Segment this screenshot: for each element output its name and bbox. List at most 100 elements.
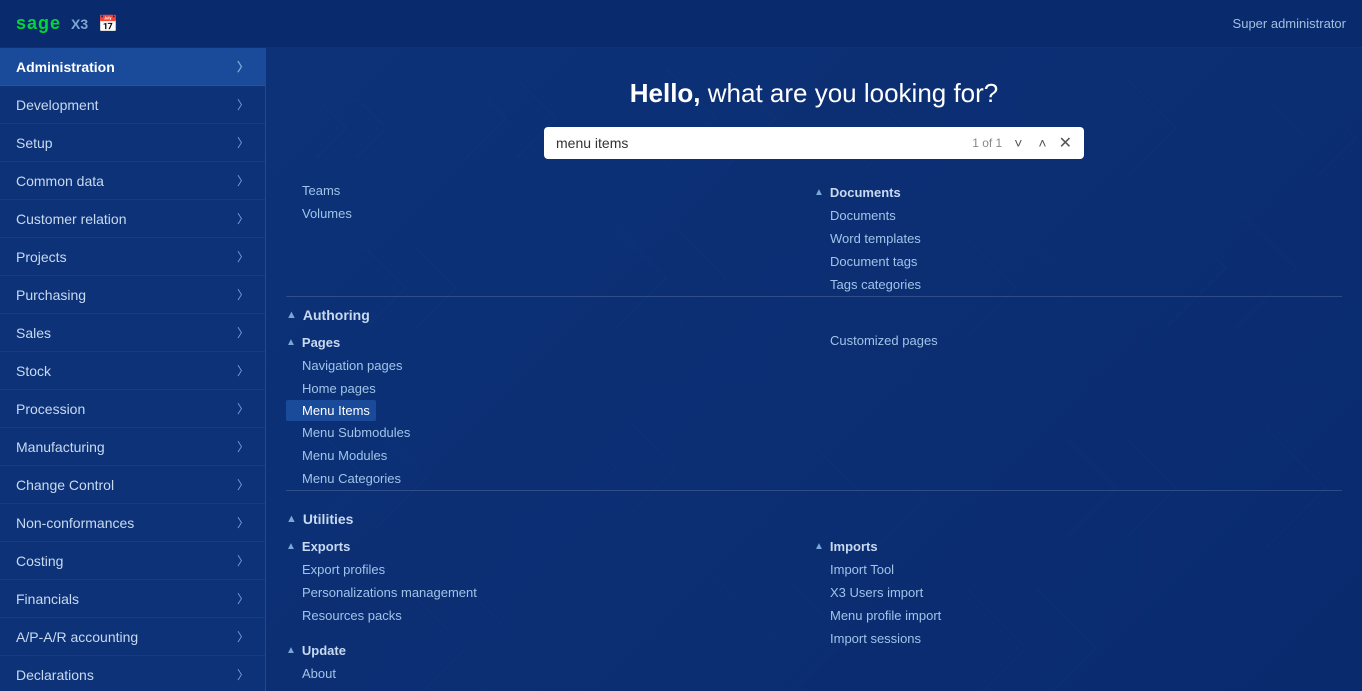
chevron-right-icon: 〉	[237, 324, 249, 341]
chevron-right-icon: 〉	[237, 172, 249, 189]
sidebar-item-ap-ar-accounting[interactable]: A/P-A/R accounting 〉	[0, 618, 265, 656]
volumes-menu-item[interactable]: Volumes	[286, 202, 794, 225]
imports-subsection-header[interactable]: ▲ Imports	[814, 533, 1322, 558]
about-item[interactable]: About	[286, 662, 794, 685]
chevron-right-icon: 〉	[237, 210, 249, 227]
toggle-up-icon: ▲	[286, 541, 296, 552]
sidebar-item-purchasing[interactable]: Purchasing 〉	[0, 276, 265, 314]
toggle-up-icon: ▲	[814, 187, 824, 198]
pages-subsection-label: Pages	[302, 335, 340, 350]
sidebar-item-label: Non-conformances	[16, 515, 134, 531]
home-pages-item[interactable]: Home pages	[286, 377, 794, 400]
sidebar-item-development[interactable]: Development 〉	[0, 86, 265, 124]
menu-submodules-item[interactable]: Menu Submodules	[286, 421, 794, 444]
content-area: Hello, what are you looking for? 1 of 1 …	[266, 48, 1362, 691]
utilities-body: ▲ Exports Export profiles Personalizatio…	[286, 533, 1342, 685]
search-close-button[interactable]: ✕	[1059, 133, 1072, 153]
chevron-right-icon: 〉	[237, 590, 249, 607]
chevron-right-icon: 〉	[237, 666, 249, 683]
utilities-label: Utilities	[303, 511, 354, 527]
search-next-button[interactable]: ˅	[1010, 133, 1026, 153]
sidebar-item-projects[interactable]: Projects 〉	[0, 238, 265, 276]
import-tool-item[interactable]: Import Tool	[814, 558, 1322, 581]
sidebar-item-label: Manufacturing	[16, 439, 105, 455]
pages-subsection-header[interactable]: ▲ Pages	[286, 329, 794, 354]
sidebar-item-label: Costing	[16, 553, 63, 569]
x3-label: X3	[71, 16, 88, 32]
teams-menu-item[interactable]: Teams	[286, 179, 794, 202]
main-container: Administration 〉 Development 〉 Setup 〉 C…	[0, 48, 1362, 691]
exports-label: Exports	[302, 539, 350, 554]
utilities-section-header[interactable]: ▲ Utilities	[286, 501, 1342, 533]
sidebar-item-manufacturing[interactable]: Manufacturing 〉	[0, 428, 265, 466]
documents-item[interactable]: Documents	[814, 204, 1322, 227]
sage-text: sage	[16, 13, 61, 33]
sidebar-item-customer-relation[interactable]: Customer relation 〉	[0, 200, 265, 238]
toggle-up-icon: ▲	[814, 541, 824, 552]
sidebar-item-label: Sales	[16, 325, 51, 341]
search-area: Hello, what are you looking for? 1 of 1 …	[266, 48, 1362, 179]
chevron-right-icon: 〉	[237, 58, 249, 75]
sidebar-item-common-data[interactable]: Common data 〉	[0, 162, 265, 200]
chevron-right-icon: 〉	[237, 552, 249, 569]
chevron-right-icon: 〉	[237, 248, 249, 265]
toggle-up-icon: ▲	[286, 309, 297, 321]
search-bar: 1 of 1 ˅ ˄ ✕	[544, 127, 1084, 159]
authoring-section: ▲ Authoring ▲ Pages Navigation pages Hom…	[286, 296, 1342, 490]
documents-section-body: Teams Volumes ▲ Documents Documents Word…	[286, 179, 1342, 296]
sidebar-item-label: Stock	[16, 363, 51, 379]
chevron-right-icon: 〉	[237, 96, 249, 113]
export-profiles-item[interactable]: Export profiles	[286, 558, 794, 581]
exports-column: ▲ Exports Export profiles Personalizatio…	[286, 533, 814, 685]
x3-users-import-item[interactable]: X3 Users import	[814, 581, 1322, 604]
chevron-right-icon: 〉	[237, 514, 249, 531]
customized-pages-item[interactable]: Customized pages	[814, 329, 1322, 352]
utilities-section: ▲ Utilities ▲ Exports Export profiles Pe…	[286, 490, 1342, 685]
update-subsection-header[interactable]: ▲ Update	[286, 637, 794, 662]
navigation-pages-item[interactable]: Navigation pages	[286, 354, 794, 377]
search-prev-button[interactable]: ˄	[1034, 133, 1050, 153]
documents-subsection-header[interactable]: ▲ Documents	[814, 179, 1322, 204]
documents-subsection-label: Documents	[830, 185, 901, 200]
sidebar-item-sales[interactable]: Sales 〉	[0, 314, 265, 352]
sidebar-item-label: Administration	[16, 59, 115, 75]
sidebar-item-label: Development	[16, 97, 99, 113]
import-sessions-item[interactable]: Import sessions	[814, 627, 1322, 650]
sidebar-item-declarations[interactable]: Declarations 〉	[0, 656, 265, 691]
menu-modules-item[interactable]: Menu Modules	[286, 444, 794, 467]
resources-packs-item[interactable]: Resources packs	[286, 604, 794, 627]
sidebar-item-financials[interactable]: Financials 〉	[0, 580, 265, 618]
customized-pages-column: Customized pages	[814, 329, 1342, 490]
sidebar-item-change-control[interactable]: Change Control 〉	[0, 466, 265, 504]
tags-categories-item[interactable]: Tags categories	[814, 273, 1322, 296]
sidebar-item-label: Change Control	[16, 477, 114, 493]
sidebar-item-non-conformances[interactable]: Non-conformances 〉	[0, 504, 265, 542]
sidebar-item-costing[interactable]: Costing 〉	[0, 542, 265, 580]
sidebar-item-stock[interactable]: Stock 〉	[0, 352, 265, 390]
search-input[interactable]	[556, 135, 964, 151]
menu-items-item[interactable]: Menu Items	[286, 400, 376, 421]
imports-label: Imports	[830, 539, 878, 554]
toggle-up-icon: ▲	[286, 337, 296, 348]
chevron-right-icon: 〉	[237, 628, 249, 645]
sidebar-item-setup[interactable]: Setup 〉	[0, 124, 265, 162]
document-tags-item[interactable]: Document tags	[814, 250, 1322, 273]
authoring-label: Authoring	[303, 307, 370, 323]
exports-subsection-header[interactable]: ▲ Exports	[286, 533, 794, 558]
menu-categories-item[interactable]: Menu Categories	[286, 467, 794, 490]
calendar-icon[interactable]: 📅	[98, 14, 118, 34]
chevron-right-icon: 〉	[237, 400, 249, 417]
sidebar-item-procession[interactable]: Procession 〉	[0, 390, 265, 428]
sidebar-item-administration[interactable]: Administration 〉	[0, 48, 265, 86]
menu-profile-import-item[interactable]: Menu profile import	[814, 604, 1322, 627]
header-left: sage X3 📅	[16, 13, 118, 34]
sidebar-item-label: A/P-A/R accounting	[16, 629, 138, 645]
sidebar-item-label: Procession	[16, 401, 85, 417]
search-subtitle: what are you looking for?	[701, 78, 999, 108]
sidebar-item-label: Projects	[16, 249, 67, 265]
personalizations-management-item[interactable]: Personalizations management	[286, 581, 794, 604]
sidebar-item-label: Financials	[16, 591, 79, 607]
documents-column: ▲ Documents Documents Word templates Doc…	[814, 179, 1342, 296]
authoring-section-header[interactable]: ▲ Authoring	[286, 297, 1342, 329]
word-templates-item[interactable]: Word templates	[814, 227, 1322, 250]
